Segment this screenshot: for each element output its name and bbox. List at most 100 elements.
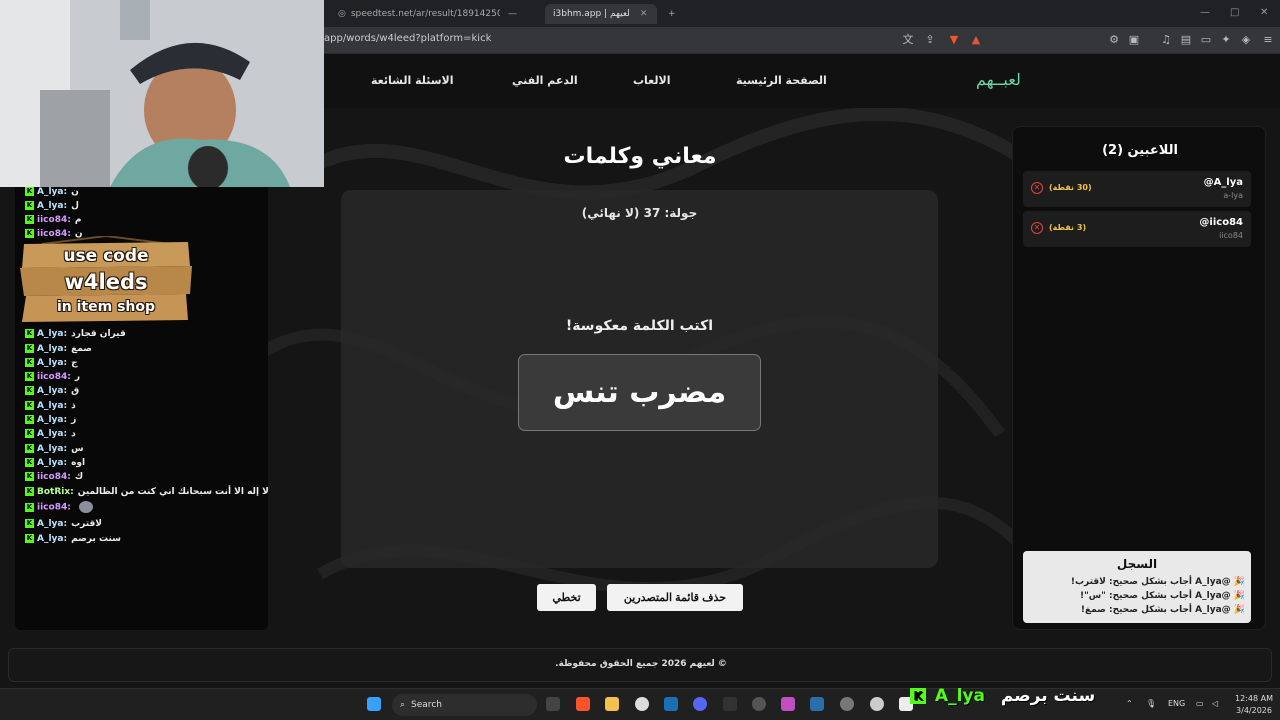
chat-username[interactable]: A_lya: [37, 329, 67, 339]
brave-rewards-icon[interactable]: ▲ [970, 34, 982, 46]
globe-icon: ◎ [338, 9, 346, 19]
app-icon[interactable] [781, 697, 795, 711]
site-logo[interactable]: لعبــهم [976, 70, 1021, 89]
chat-username[interactable]: iico84: [37, 215, 71, 225]
browser-tab[interactable]: — [500, 4, 540, 24]
skip-button[interactable]: تخطي [537, 584, 596, 611]
kick-badge-icon: K [25, 329, 34, 338]
remove-player-icon[interactable]: ✕ [1031, 182, 1043, 194]
url-field[interactable]: app/words/w4leed?platform=kick [324, 33, 491, 44]
close-window-icon[interactable]: ✕ [1260, 7, 1268, 18]
app-icon[interactable] [752, 697, 766, 711]
taskbar-search[interactable]: ⌕ Search [392, 694, 537, 716]
steam-icon[interactable] [664, 697, 678, 711]
log-box: السجل 🎉 @A_lya أجاب بشكل صحيح: لاقترب! 🎉… [1023, 551, 1251, 623]
steam-icon[interactable] [810, 697, 824, 711]
tab-title: i3bhm.app | لعيهم [553, 9, 630, 19]
nav-link-home[interactable]: الصفحة الرئيسية [736, 74, 827, 87]
kick-badge-icon: K [25, 487, 34, 496]
chrome-icon[interactable] [870, 697, 884, 711]
kick-badge-icon: K [25, 358, 34, 367]
chat-username[interactable]: A_lya: [37, 386, 67, 396]
chat-username[interactable]: BotRix: [37, 487, 74, 497]
brave-browser-icon[interactable] [576, 697, 590, 711]
vpn-icon[interactable]: ◈ [1240, 34, 1252, 46]
chat-username[interactable]: A_lya: [37, 429, 67, 439]
chat-username[interactable]: A_lya: [37, 401, 67, 411]
menu-icon[interactable]: ≡ [1262, 34, 1274, 46]
site-footer: © لعيهم 2026 جميع الحقوق محفوظة. [8, 648, 1272, 682]
chat-username[interactable]: iico84: [37, 472, 71, 482]
chevron-up-icon[interactable]: ⌃ [1126, 699, 1133, 708]
volume-icon[interactable]: ◁ [1212, 699, 1218, 708]
kick-badge-icon: K [25, 201, 34, 210]
leo-ai-icon[interactable]: ✦ [1220, 34, 1232, 46]
obs-icon[interactable] [635, 697, 649, 711]
chat-text: لاقترب [71, 519, 103, 529]
chat-username[interactable]: A_lya: [37, 187, 67, 197]
chat-username[interactable]: A_lya: [37, 358, 67, 368]
chat-username[interactable]: A_lya: [37, 344, 67, 354]
discord-icon[interactable] [693, 697, 707, 711]
clock-time: 12:48 AM [1235, 694, 1273, 703]
remove-player-icon[interactable]: ✕ [1031, 222, 1043, 234]
sidebar-icon[interactable]: ▤ [1180, 34, 1192, 46]
chat-username[interactable]: A_lya: [37, 444, 67, 454]
taskbar-clock[interactable]: 12:48 AM 3/4/2026 [1232, 693, 1276, 717]
stream-chat-alert: K A_lya سنت برصم [910, 686, 1095, 708]
epic-games-icon[interactable] [723, 697, 737, 711]
chat-username[interactable]: A_lya: [37, 519, 67, 529]
sign-line: in item shop [56, 299, 156, 315]
minimize-icon[interactable]: — [1200, 7, 1210, 18]
chat-username[interactable]: A_lya: [37, 458, 67, 468]
chat-text: قيران قجارد [71, 329, 126, 339]
brave-shield-icon[interactable]: ▼ [948, 34, 960, 46]
nav-link-faq[interactable]: الاسئلة الشائعة [371, 74, 454, 87]
chat-text: ذ [71, 401, 76, 411]
browser-tab[interactable]: ◎ speedtest.net/ar/result/18914250564 [330, 4, 500, 24]
music-icon[interactable]: ♫ [1160, 34, 1172, 46]
share-icon[interactable]: ⇪ [924, 34, 936, 46]
file-explorer-icon[interactable] [605, 697, 619, 711]
chat-text: ج [71, 358, 78, 368]
search-label: Search [411, 700, 442, 710]
microphone-icon[interactable]: 🎙 [1146, 699, 1156, 708]
kick-badge-icon: K [25, 372, 34, 381]
windows-start-icon[interactable] [367, 697, 381, 711]
translate-icon[interactable]: 文 [902, 34, 914, 46]
chat-text: س [71, 444, 84, 454]
extensions-icon[interactable]: ⚙ [1108, 34, 1120, 46]
app-icon[interactable] [840, 697, 854, 711]
close-tab-icon[interactable]: ✕ [640, 9, 648, 19]
log-entry: 🎉 @A_lya أجاب بشكل صحيح: "س"! [1079, 591, 1245, 601]
chat-username[interactable]: iico84: [37, 503, 71, 513]
clear-leaderboard-button[interactable]: حذف قائمة المتصدرين [607, 584, 743, 611]
nav-link-support[interactable]: الدعم الفني [512, 74, 578, 87]
chat-username[interactable]: iico84: [37, 372, 71, 382]
screenshot-icon[interactable]: ▣ [1128, 34, 1140, 46]
chat-text: لا إله الا أنت سبحانك اني كنت من الظالمي… [77, 487, 269, 497]
player-points: (3 نقطة) [1049, 223, 1087, 232]
tab-title: speedtest.net/ar/result/18914250564 [350, 9, 500, 19]
chat-username[interactable]: A_lya: [37, 201, 67, 211]
kick-badge-icon: K [25, 502, 34, 512]
kick-badge-icon: K [25, 187, 34, 196]
task-view-icon[interactable] [546, 697, 560, 711]
alert-message: سنت برصم [1000, 686, 1096, 706]
nav-link-games[interactable]: الالعاب [633, 74, 671, 87]
log-title: السجل [1116, 557, 1158, 571]
new-tab-button[interactable]: + [660, 4, 682, 24]
chat-message: K A_lya: قيران قجارد [25, 328, 126, 341]
language-indicator[interactable]: ENG [1168, 699, 1185, 708]
network-icon[interactable]: ▭ [1196, 699, 1204, 708]
browser-tab-active[interactable]: i3bhm.app | لعيهم ✕ [545, 4, 657, 24]
wallet-icon[interactable]: ▭ [1200, 34, 1212, 46]
player-card: @iico84 iico84 (3 نقطة) ✕ [1023, 211, 1251, 247]
chat-username[interactable]: A_lya: [37, 534, 67, 544]
player-name: @iico84 [1199, 217, 1243, 228]
maximize-icon[interactable]: □ [1230, 7, 1239, 18]
chat-username[interactable]: A_lya: [37, 415, 67, 425]
chat-text: ك [74, 472, 84, 482]
kick-badge-icon: K [25, 472, 34, 481]
player-points: (30 نقطة) [1049, 183, 1092, 192]
